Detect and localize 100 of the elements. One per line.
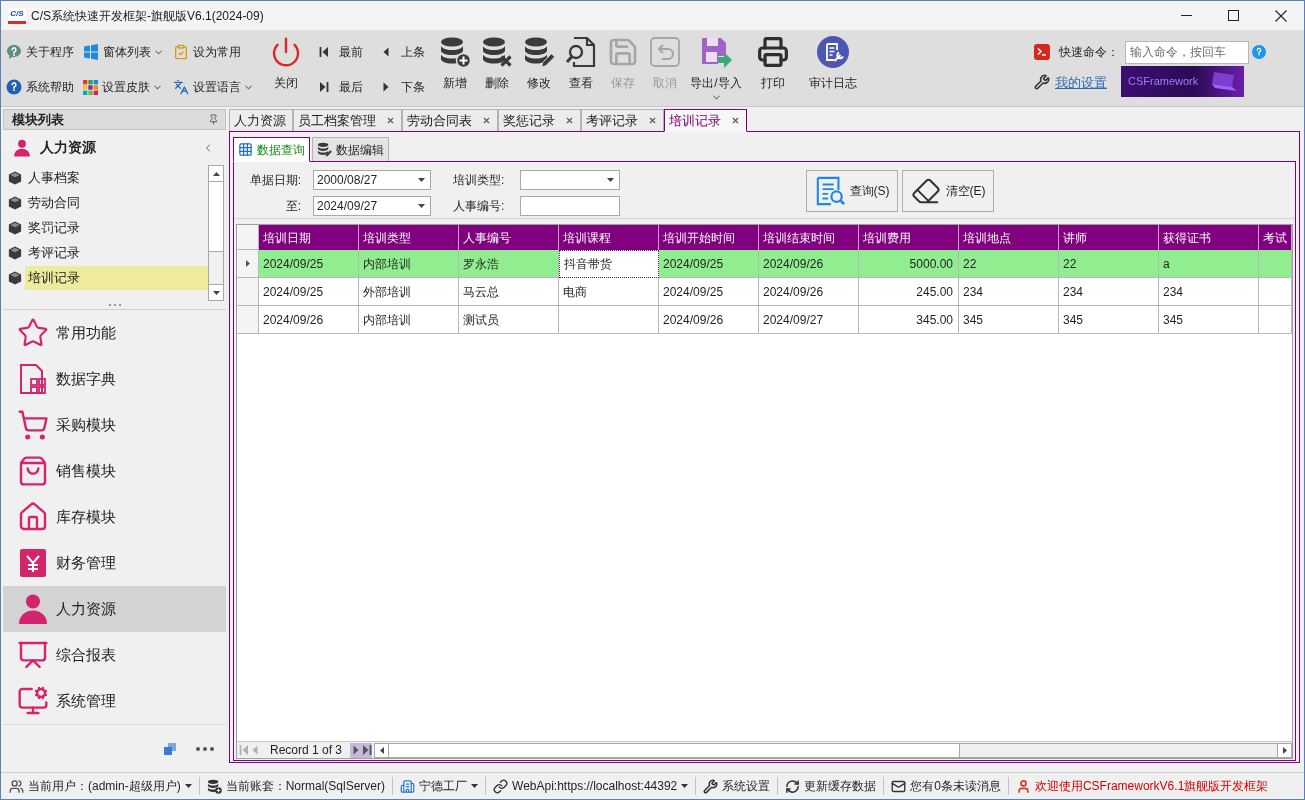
- sidebar-item[interactable]: 劳动合同: [25, 190, 208, 215]
- left-triangle-icon[interactable]: [381, 46, 391, 58]
- module-item[interactable]: 系统管理: [3, 678, 226, 724]
- close-icon[interactable]: [482, 116, 491, 125]
- skin-button[interactable]: 设置皮肤: [83, 77, 161, 97]
- close-icon[interactable]: [386, 116, 395, 125]
- scroll-up-button[interactable]: [209, 166, 223, 182]
- view-button[interactable]: 查看: [561, 30, 601, 106]
- database-icon: [206, 778, 222, 794]
- previous-record-button[interactable]: 上条: [381, 42, 431, 62]
- delete-button[interactable]: 删除: [477, 30, 517, 106]
- about-button[interactable]: 关于程序: [6, 42, 74, 62]
- module-item[interactable]: 数据字典: [3, 356, 226, 402]
- close-icon[interactable]: [731, 116, 740, 125]
- input-field[interactable]: [520, 196, 620, 216]
- print-button[interactable]: 打印: [747, 30, 799, 106]
- module-item[interactable]: 采购模块: [3, 402, 226, 448]
- module-item[interactable]: 销售模块: [3, 448, 226, 494]
- sidebar-item[interactable]: 奖罚记录: [25, 215, 208, 240]
- column-header[interactable]: 培训地点: [959, 225, 1059, 250]
- caret-down-icon[interactable]: [184, 784, 192, 788]
- column-header[interactable]: 获得证书: [1159, 225, 1259, 250]
- window-list-button[interactable]: 窗体列表: [83, 42, 162, 62]
- sidebar-item[interactable]: 考评记录: [25, 240, 208, 265]
- date-field[interactable]: 2000/08/27: [313, 170, 431, 190]
- tab[interactable]: 人力资源: [229, 109, 293, 132]
- export-import-button[interactable]: 导出/导入: [687, 30, 745, 106]
- horizontal-scrollbar[interactable]: [374, 742, 1292, 758]
- tab[interactable]: 考评记录: [581, 109, 664, 132]
- module-item[interactable]: 人力资源: [3, 586, 226, 632]
- module-item[interactable]: 财务管理: [3, 540, 226, 586]
- tab[interactable]: 数据查询: [233, 137, 310, 162]
- settings-link[interactable]: 我的设置: [1055, 73, 1107, 93]
- table-row[interactable]: 2024/09/26 内部培训 测试员 2024/09/26 2024/09/27 345.00 345 345 345: [237, 306, 1292, 334]
- edit-button[interactable]: 修改: [519, 30, 559, 106]
- column-header[interactable]: 人事编号: [459, 225, 559, 250]
- sidebar-item[interactable]: 培训记录: [25, 265, 208, 290]
- language-button[interactable]: 设置语言: [173, 77, 252, 97]
- column-header[interactable]: 培训课程: [559, 225, 659, 250]
- sidebar-item[interactable]: 人事档案: [25, 165, 208, 190]
- dropdown-field[interactable]: [520, 170, 620, 190]
- status-item[interactable]: WebApi:https://localhost:44392: [493, 777, 689, 795]
- row-indicator[interactable]: [237, 250, 259, 278]
- module-item[interactable]: 常用功能: [3, 310, 226, 356]
- tab[interactable]: 奖惩记录: [498, 109, 581, 132]
- stacked-windows-icon[interactable]: [164, 742, 176, 755]
- status-item[interactable]: 系统设置: [703, 777, 771, 795]
- column-header[interactable]: 培训日期: [259, 225, 359, 250]
- module-item[interactable]: 综合报表: [3, 632, 226, 678]
- scrollbar-thumb[interactable]: [389, 743, 961, 757]
- help-icon: [6, 79, 22, 95]
- help-icon[interactable]: [1252, 45, 1266, 59]
- table-row[interactable]: 2024/09/25 内部培训 罗永浩 抖音带货 2024/09/25 2024/09/26 5000.00 22 22 a: [237, 250, 1292, 278]
- first-record-button[interactable]: 最前: [319, 42, 369, 62]
- tab[interactable]: 员工档案管理: [293, 109, 402, 132]
- audit-log-button[interactable]: 审计日志: [801, 30, 865, 106]
- command-input[interactable]: 输入命令，按回车: [1125, 40, 1249, 64]
- column-header[interactable]: 培训结束时间: [759, 225, 859, 250]
- scroll-down-button[interactable]: [209, 284, 223, 300]
- status-item[interactable]: 您有0条未读消息: [891, 777, 1001, 795]
- skip-forward-icon[interactable]: [319, 81, 329, 93]
- next-record-button[interactable]: 下条: [381, 77, 431, 97]
- caret-down-icon[interactable]: [681, 784, 689, 788]
- tab[interactable]: 培训记录: [664, 109, 747, 132]
- date-field[interactable]: 2024/09/27: [313, 196, 431, 216]
- more-icon[interactable]: [196, 746, 214, 751]
- caret-down-icon[interactable]: [418, 178, 425, 182]
- status-item[interactable]: 当前账套：Normal(SqlServer): [206, 777, 386, 795]
- caret-down-icon[interactable]: [471, 784, 479, 788]
- skip-back-icon[interactable]: [319, 46, 329, 58]
- close-module-button[interactable]: 关闭: [266, 30, 306, 106]
- column-header[interactable]: 培训开始时间: [659, 225, 759, 250]
- tab[interactable]: 数据编辑: [312, 137, 389, 162]
- status-item[interactable]: 宁德工厂: [400, 777, 479, 795]
- scrollbar-thumb[interactable]: [209, 182, 223, 252]
- status-item[interactable]: 欢迎使用CSFrameworkV6.1旗舰版开发框架: [1015, 777, 1269, 795]
- column-header[interactable]: 培训类型: [359, 225, 459, 250]
- close-icon[interactable]: [648, 116, 657, 125]
- favorite-button[interactable]: 设为常用: [173, 42, 241, 62]
- query-button[interactable]: 查询(S): [806, 170, 898, 212]
- status-item[interactable]: 更新缓存数据: [785, 777, 877, 795]
- right-triangle-icon[interactable]: [381, 81, 391, 93]
- module-item[interactable]: 库存模块: [3, 494, 226, 540]
- table-row[interactable]: 2024/09/25 外部培训 马云总 电商 2024/09/25 2024/09/26 245.00 234 234 234: [237, 278, 1292, 306]
- column-header[interactable]: 考试: [1259, 225, 1292, 250]
- add-button[interactable]: 新增: [435, 30, 475, 106]
- scroll-right-button[interactable]: [1277, 743, 1291, 757]
- column-header[interactable]: 讲师: [1059, 225, 1159, 250]
- clear-button[interactable]: 清空(E): [902, 170, 994, 212]
- close-icon[interactable]: [565, 116, 574, 125]
- pin-icon[interactable]: [208, 114, 219, 125]
- caret-down-icon[interactable]: [607, 178, 614, 182]
- help-button[interactable]: 系统帮助: [6, 77, 74, 97]
- column-header[interactable]: 培训费用: [859, 225, 959, 250]
- tab[interactable]: 劳动合同表: [402, 109, 498, 132]
- scroll-left-button[interactable]: [375, 743, 390, 757]
- vertical-scrollbar[interactable]: [208, 165, 224, 301]
- status-item[interactable]: 当前用户：(admin-超级用户): [9, 777, 192, 795]
- last-record-button[interactable]: 最后: [319, 77, 369, 97]
- caret-down-icon[interactable]: [418, 204, 425, 208]
